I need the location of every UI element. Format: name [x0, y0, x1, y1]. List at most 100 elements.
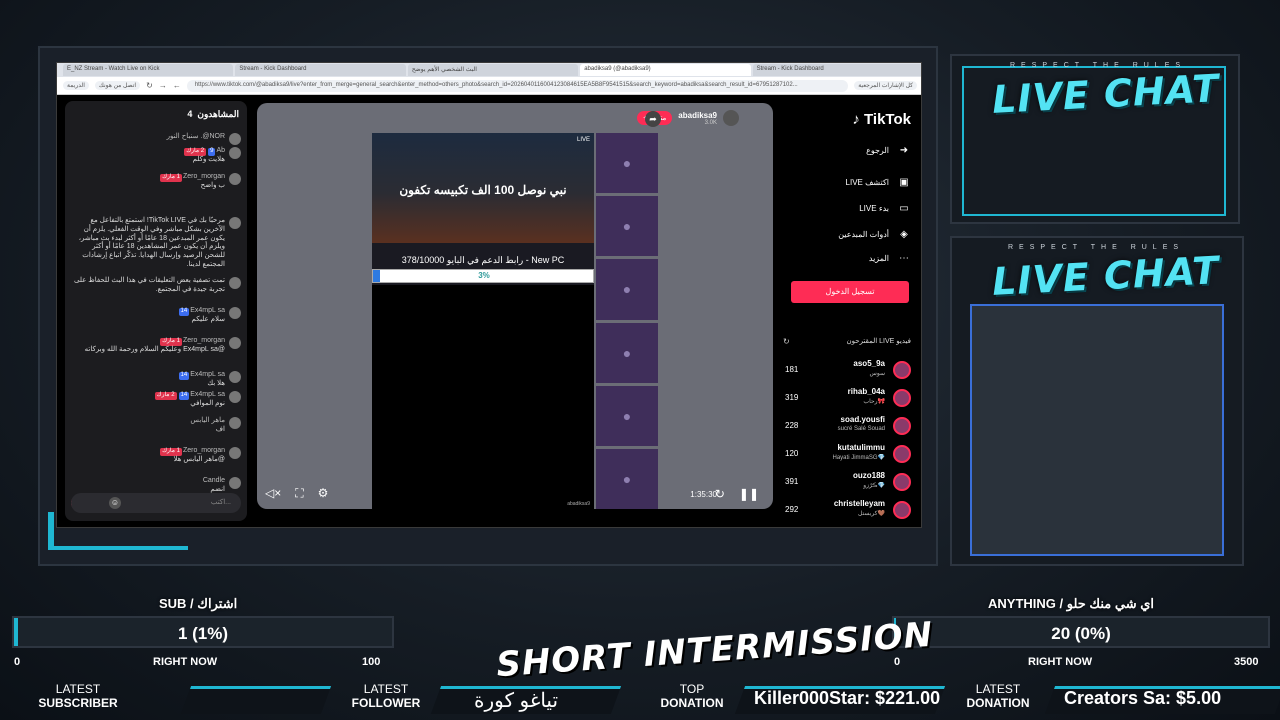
chat-username[interactable]: ماهر اليابس [190, 417, 225, 424]
anything-goal-bar: 20 (0%) [892, 616, 1270, 648]
browser-tab[interactable]: Stream - Kick Dashboard [752, 64, 921, 76]
stream-frame: نبي نوصل 100 الف تكبيسه تكفون LIVE New P… [372, 133, 594, 509]
chat-username[interactable]: Ex4mpL sa [190, 307, 225, 314]
user-badge: 1 مارك [160, 174, 182, 182]
user-avatar[interactable] [229, 337, 241, 349]
viewer-count: 228 [785, 421, 799, 430]
sub-goal-value: 1 (1%) [177, 624, 229, 643]
refresh-icon[interactable]: ↻ [715, 487, 725, 501]
user-avatar[interactable] [229, 417, 241, 429]
chat-username[interactable]: Ab [216, 147, 225, 154]
back-icon[interactable]: ← [173, 81, 181, 90]
viewer-count: 120 [785, 449, 799, 458]
tiktok-logo[interactable]: ♪ TikTok [852, 111, 911, 128]
user-avatar[interactable] [229, 217, 241, 229]
chat-message: Zero_morgan1 مارك @Ex4mpL sa وعليكم السلا… [71, 337, 241, 355]
refresh-suggestions-icon[interactable]: ↻ [783, 337, 790, 346]
pause-icon[interactable]: ❚❚ [739, 487, 759, 501]
share-icon[interactable]: ➦ [645, 111, 661, 127]
nav-item-label: LIVE اكتشف [845, 178, 889, 187]
bookmark[interactable]: الدريمة [63, 81, 89, 90]
chat-username[interactable]: Zero_morgan [183, 447, 225, 454]
sub-goal-min: 0 [14, 656, 21, 668]
user-avatar[interactable] [229, 371, 241, 383]
suggested-live-item[interactable]: 181 aso5_9a سوس [783, 359, 911, 381]
chat-text: هلا بك [207, 379, 225, 387]
fullscreen-icon[interactable]: ⛶ [295, 486, 303, 501]
chat-username[interactable]: Zero_morgan [183, 173, 225, 180]
nav-item[interactable]: المزيد ⋯ [791, 253, 911, 264]
chat-message: Ex4mpL sa14 سلام عليكم [71, 307, 241, 325]
user-avatar[interactable] [229, 307, 241, 319]
user-avatar[interactable] [229, 391, 241, 403]
suggested-live-item[interactable]: 120 kutatulimmu Hayati JimmaSG💎 [783, 443, 911, 465]
live-chat-title: LIVE CHAT [991, 248, 1221, 304]
user-badge: 1 مارك [160, 338, 182, 346]
forward-icon[interactable]: → [159, 81, 167, 90]
reload-icon[interactable]: ↻ [146, 81, 153, 90]
browser-tab[interactable]: Stream - Kick Dashboard [235, 64, 406, 76]
suggested-nickname: ڪرُزو💎 [863, 483, 885, 489]
top-donation-value: Killer000Star: $221.00 [754, 688, 941, 708]
browser-tab[interactable]: البث الشخصي الأهم يوضح [407, 64, 579, 76]
suggested-avatar [893, 361, 911, 379]
user-avatar[interactable] [229, 447, 241, 459]
suggested-name: aso5_9a [853, 359, 885, 368]
chat-message: Ex4mpL sa142 مارك نوم الموافي [71, 391, 241, 409]
anything-goal-value: 20 (0%) [1051, 624, 1111, 643]
user-avatar[interactable] [229, 277, 241, 289]
latest-follower-value: تياغو كورة [474, 690, 559, 712]
suggested-nickname: سوس [869, 371, 885, 377]
suggested-live-item[interactable]: 228 soad.yousfi sucré Salé Souad [783, 415, 911, 437]
suggested-nickname: كريستل🤎 [857, 511, 885, 517]
nav-item[interactable]: LIVE اكتشف ▣ [791, 177, 911, 188]
chat-username[interactable]: Candle [203, 477, 225, 484]
host-avatar[interactable] [723, 110, 739, 126]
user-avatar[interactable] [229, 477, 241, 489]
login-button[interactable]: تسجيل الدخول [791, 281, 909, 303]
bookmark[interactable]: اتصل من هونك [94, 81, 141, 90]
suggested-nickname: Hayati JimmaSG💎 [832, 455, 885, 461]
user-avatar[interactable] [229, 133, 241, 145]
url-input[interactable]: https://www.tiktok.com/@abadiksa9/live?e… [186, 79, 849, 92]
suggested-name: soad.yousfi [840, 415, 885, 424]
latest-subscriber-label: LATEST SUBSCRIBER [38, 682, 118, 710]
chat-username[interactable]: Ex4mpL sa [190, 371, 225, 378]
host-name[interactable]: abadiksa9 [678, 111, 717, 120]
donate-goal-text: New PC - رابط الدعم في البايو 378/10000 [401, 255, 565, 265]
nav-item[interactable]: الرجوع ➜ [791, 145, 911, 156]
settings-icon[interactable]: ⚙ [318, 486, 329, 501]
bottom-slant [180, 686, 332, 714]
suggested-live-item[interactable]: 391 ouzo188 ڪرُزو💎 [783, 471, 911, 493]
chat-username[interactable]: NOR@. سنباح النور [167, 133, 225, 140]
emoji-icon[interactable]: ☺ [109, 497, 121, 509]
guest-slot-icon: ● [596, 385, 658, 446]
suggested-live-item[interactable]: 292 christelleyam كريستل🤎 [783, 499, 911, 521]
user-badge: 1 مارك [160, 448, 182, 456]
chat-message: مرحبًا بك في TikTok LIVE! استمتع بالتفاع… [71, 217, 241, 270]
chat-username[interactable]: Ex4mpL sa [190, 391, 225, 398]
stream-overlay-title: نبي نوصل 100 الف تكبيسه تكفون [399, 183, 567, 197]
browser-tab-active[interactable]: abadiksa9 (@abadiksa9) [580, 64, 751, 76]
chat-text: @Ex4mpL sa وعليكم السلام ورحمة الله وبرك… [84, 345, 225, 353]
nav-item[interactable]: LIVE بدء ▭ [791, 203, 911, 214]
nav-item[interactable]: أدوات المبدعين ◈ [791, 229, 911, 240]
user-avatar[interactable] [229, 173, 241, 185]
chat-box [970, 304, 1224, 556]
browser-tab[interactable]: E_NZ Stream - Watch Live on Kick [63, 64, 234, 76]
video-player[interactable]: نبي نوصل 100 الف تكبيسه تكفون LIVE New P… [257, 103, 773, 509]
elapsed-time: 1:35:30 [690, 490, 717, 499]
live-badge: LIVE [576, 137, 590, 143]
chat-input[interactable]: اكتب... [71, 493, 241, 513]
nav-item-label: LIVE بدء [859, 204, 889, 213]
suggested-header: فيديو LIVE المقترحون [846, 338, 911, 345]
bookmarks-folder[interactable]: كل الإشارات المرجعية [854, 81, 917, 90]
stream-overlay: E_NZ Stream - Watch Live on Kick Stream … [0, 0, 1280, 720]
chat-username[interactable]: Zero_morgan [183, 337, 225, 344]
address-bar: الدريمة اتصل من هونك ↻ → ← https://www.t… [57, 77, 921, 95]
tv-icon: ▣ [899, 177, 909, 188]
volume-icon[interactable]: ◁× [265, 486, 281, 501]
user-avatar[interactable] [229, 147, 241, 159]
suggested-name: ouzo188 [852, 471, 885, 480]
suggested-live-item[interactable]: 319 rihab_04a رحاب🎀 [783, 387, 911, 409]
